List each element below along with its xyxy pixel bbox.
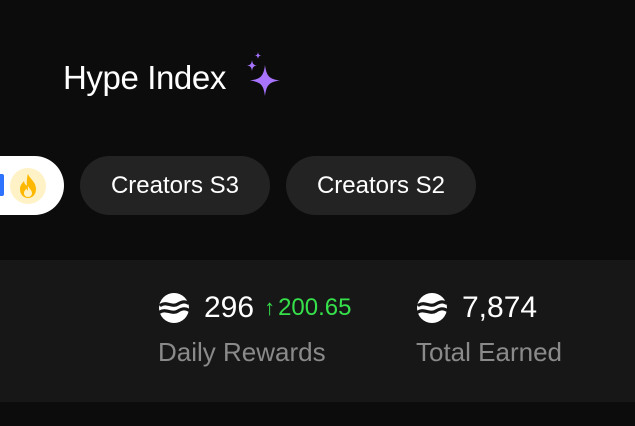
tab-trending[interactable] [0,156,64,215]
page-title: Hype Index [63,58,226,96]
sparkles-icon [246,52,280,96]
daily-rewards-label: Daily Rewards [158,337,326,367]
tab-creators-s3[interactable]: Creators S3 [80,156,270,215]
total-earned-value-row: 7,874 [416,290,562,326]
total-earned-label: Total Earned [416,337,562,367]
tab-creators-s2[interactable]: Creators S2 [286,156,476,215]
flame-icon [10,168,46,204]
total-earned-stat: 7,874 Total Earned [416,290,562,367]
page: Hype Index Creators S3 Creators S2 296 ↑… [0,0,635,426]
daily-rewards-change-value: 200.65 [278,294,352,321]
daily-rewards-stat: 296 ↑ 200.65 Daily Rewards [158,290,351,367]
arrow-up-icon: ↑ [264,295,276,320]
tab-bar: Creators S3 Creators S2 [0,156,476,215]
total-earned-value: 7,874 [462,291,538,324]
coin-icon [416,293,448,323]
daily-rewards-value: 296 [204,291,255,324]
header: Hype Index [63,52,282,96]
tab-edge-indicator [0,174,4,196]
daily-rewards-change: ↑ 200.65 [264,296,351,320]
stats-panel: 296 ↑ 200.65 Daily Rewards 7,874 Total E… [0,260,635,402]
daily-rewards-value-row: 296 ↑ 200.65 [158,290,351,326]
coin-icon [158,293,190,323]
